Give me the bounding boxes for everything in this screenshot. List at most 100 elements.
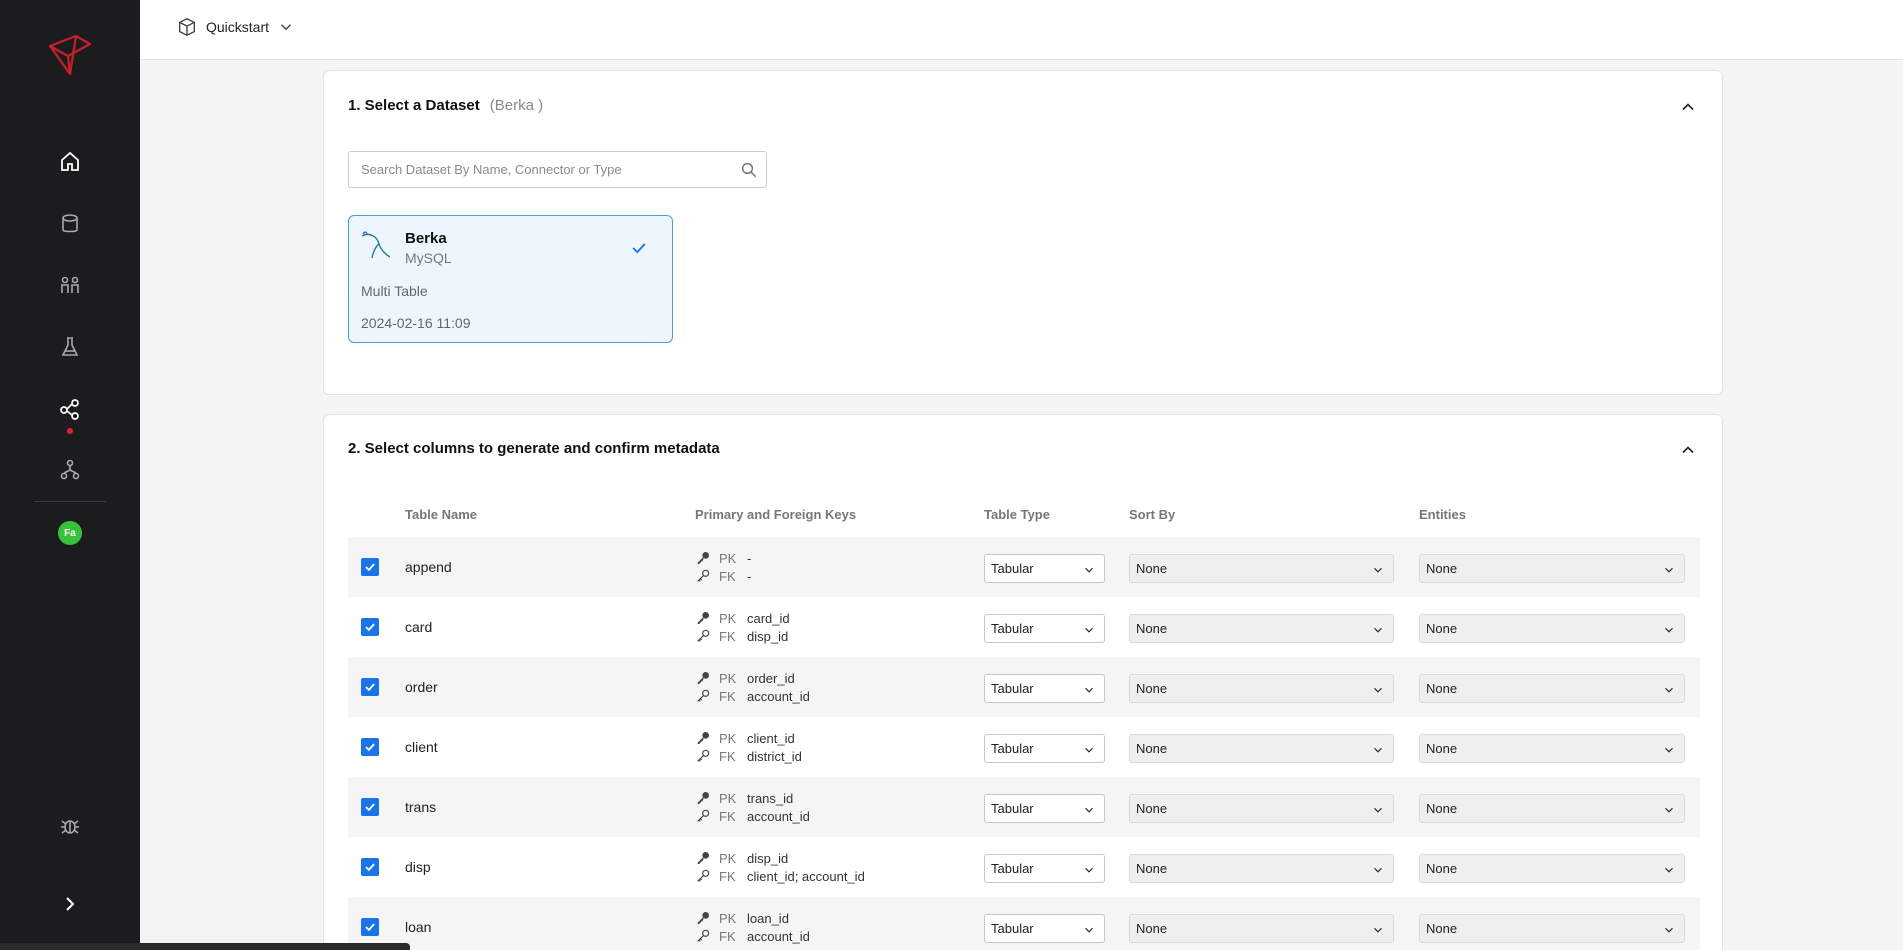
keys-cell: PK loan_id FK account_id — [695, 909, 810, 945]
col-table-type: Table Type — [984, 507, 1050, 522]
table-type-value: Tabular — [991, 681, 1034, 696]
primary-key: trans_id — [747, 790, 794, 806]
table-type-select[interactable]: Tabular — [984, 794, 1105, 823]
nav-generate[interactable] — [56, 395, 84, 423]
chevron-down-icon — [1085, 627, 1093, 633]
table-type-value: Tabular — [991, 561, 1034, 576]
entities-select[interactable]: None — [1419, 914, 1685, 943]
col-keys: Primary and Foreign Keys — [695, 507, 857, 522]
nav-datasets[interactable] — [56, 210, 84, 238]
status-bar — [0, 943, 410, 950]
chevron-down-icon — [1085, 867, 1093, 873]
sort-by-select[interactable]: None — [1129, 614, 1394, 643]
entities-select[interactable]: None — [1419, 794, 1685, 823]
breadcrumb[interactable]: Quickstart — [176, 16, 295, 38]
chevron-down-icon — [1374, 627, 1382, 633]
chevron-down-icon — [1374, 687, 1382, 693]
row-checkbox[interactable] — [361, 678, 379, 696]
row-checkbox[interactable] — [361, 558, 379, 576]
checkmark-icon — [365, 623, 375, 632]
checkmark-icon — [365, 683, 375, 692]
row-checkbox[interactable] — [361, 738, 379, 756]
table-type-select[interactable]: Tabular — [984, 554, 1105, 583]
sort-by-select[interactable]: None — [1129, 854, 1394, 883]
chevron-down-icon — [1665, 747, 1673, 753]
dataset-card[interactable]: Berka MySQL Multi Table 2024-02-16 11:09 — [348, 215, 673, 343]
foreign-key: district_id — [747, 748, 802, 764]
chevron-down-icon — [1085, 927, 1093, 933]
entities-value: None — [1426, 801, 1458, 816]
sort-by-select[interactable]: None — [1129, 554, 1394, 583]
table-name: append — [405, 559, 452, 575]
primary-key: order_id — [747, 670, 795, 686]
expand-sidebar-button[interactable] — [56, 890, 84, 918]
chevron-down-icon — [1665, 867, 1673, 873]
chevron-up-icon[interactable] — [1678, 440, 1698, 460]
checkmark-icon — [365, 563, 375, 572]
col-table-name: Table Name — [405, 507, 478, 522]
nav-home[interactable] — [56, 148, 84, 176]
keys-cell: PK disp_id FK client_id; account_id — [695, 849, 865, 885]
row-checkbox[interactable] — [361, 918, 379, 936]
chevron-down-icon — [1085, 567, 1093, 573]
entities-select[interactable]: None — [1419, 674, 1685, 703]
breadcrumb-label: Quickstart — [206, 19, 270, 35]
sort-by-value: None — [1136, 741, 1168, 756]
fk-label: FK — [719, 748, 736, 764]
table-row: order PK order_id FK account_id Tabular None No… — [348, 657, 1700, 717]
key-icon — [697, 792, 709, 804]
nav-compare[interactable] — [56, 271, 84, 299]
row-checkbox[interactable] — [361, 858, 379, 876]
fk-label: FK — [719, 688, 736, 704]
entities-select[interactable]: None — [1419, 554, 1685, 583]
table-row: trans PK trans_id FK account_id Tabular None No… — [348, 777, 1700, 837]
foreign-key: disp_id — [747, 628, 789, 644]
nav-lab[interactable] — [56, 333, 84, 361]
cube-icon — [178, 17, 196, 37]
table-type-select[interactable]: Tabular — [984, 854, 1105, 883]
keys-cell: PK client_id FK district_id — [695, 729, 802, 765]
sidebar: Fa — [0, 0, 140, 950]
sort-by-select[interactable]: None — [1129, 734, 1394, 763]
foreign-key: account_id — [747, 928, 810, 944]
pk-label: PK — [719, 730, 737, 746]
row-checkbox[interactable] — [361, 798, 379, 816]
nav-org[interactable] — [56, 456, 84, 484]
search-input[interactable] — [349, 152, 719, 187]
entities-select[interactable]: None — [1419, 734, 1685, 763]
table-type-select[interactable]: Tabular — [984, 734, 1105, 763]
bug-icon — [61, 820, 79, 834]
org-icon — [60, 459, 80, 480]
chevron-down-icon — [1374, 807, 1382, 813]
primary-key: disp_id — [747, 850, 789, 866]
nav-debug[interactable] — [56, 812, 84, 840]
chevron-down-icon — [1085, 747, 1093, 753]
table-type-select[interactable]: Tabular — [984, 614, 1105, 643]
chevron-down-icon — [1374, 927, 1382, 933]
key-icon — [697, 732, 709, 744]
metadata-panel: 2. Select columns to generate and confir… — [323, 414, 1723, 950]
table-type-select[interactable]: Tabular — [984, 914, 1105, 943]
table-name: client — [405, 739, 438, 755]
fk-label: FK — [719, 808, 736, 824]
fk-label: FK — [719, 928, 736, 944]
search-icon[interactable] — [740, 161, 758, 179]
dataset-panel-title: 1. Select a Dataset (Berka ) — [348, 97, 543, 114]
flask-icon — [61, 337, 79, 356]
foreign-key-icon — [697, 569, 710, 582]
keys-cell: PK order_id FK account_id — [695, 669, 810, 705]
row-checkbox[interactable] — [361, 618, 379, 636]
primary-key: - — [747, 550, 752, 566]
key-icon — [697, 912, 709, 924]
entities-select[interactable]: None — [1419, 854, 1685, 883]
entities-select[interactable]: None — [1419, 614, 1685, 643]
sort-by-select[interactable]: None — [1129, 674, 1394, 703]
sort-by-select[interactable]: None — [1129, 914, 1394, 943]
database-icon — [62, 214, 78, 233]
avatar[interactable]: Fa — [58, 521, 82, 545]
chevron-up-icon[interactable] — [1678, 97, 1698, 117]
sort-by-select[interactable]: None — [1129, 794, 1394, 823]
table-type-select[interactable]: Tabular — [984, 674, 1105, 703]
sort-by-value: None — [1136, 921, 1168, 936]
checkmark-icon — [365, 743, 375, 752]
